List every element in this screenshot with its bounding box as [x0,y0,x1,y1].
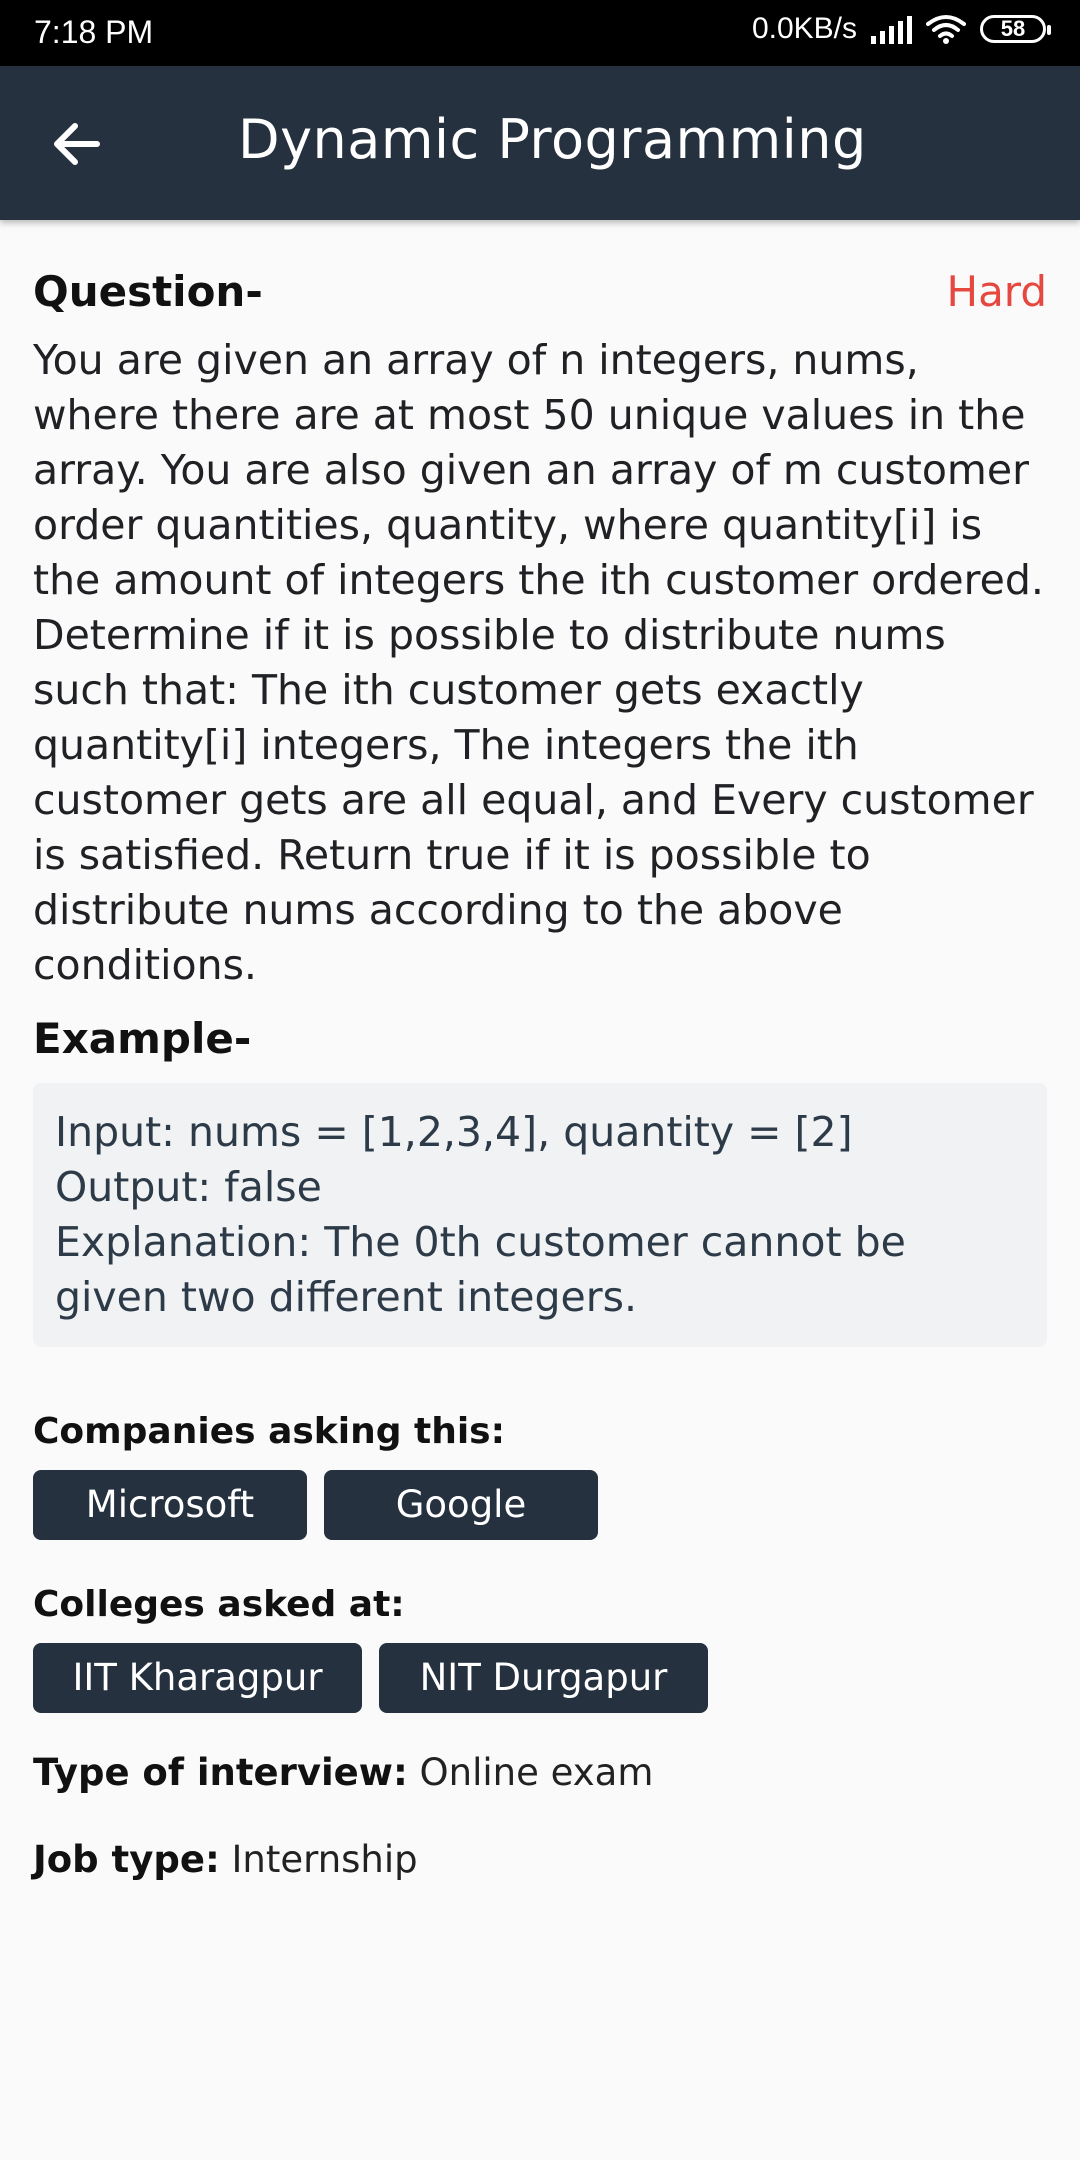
example-label: Example- [33,1014,252,1063]
interview-type-label: Type of interview: [33,1751,408,1794]
status-bar: 7:18 PM 0.0KB/s 58 [0,0,1080,66]
battery-icon: 58 [980,15,1051,43]
question-label: Question- [33,267,263,316]
difficulty-badge: Hard [946,267,1047,316]
example-output: Output: false [55,1163,322,1211]
signal-icon [871,14,912,44]
status-time: 7:18 PM [34,14,154,50]
interview-type-value: Online exam [419,1751,654,1794]
company-chip-microsoft[interactable]: Microsoft [33,1470,307,1540]
network-speed: 0.0KB/s [751,12,857,45]
college-chip-nit-durgapur[interactable]: NIT Durgapur [379,1643,708,1713]
question-content: Question- Hard You are given an array of… [33,255,1047,1881]
page-title: Dynamic Programming [238,108,867,171]
job-type-value: Internship [231,1838,418,1881]
job-type-row: Job type: Internship [33,1838,1047,1881]
companies-label: Companies asking this: [33,1411,506,1452]
job-type-label: Job type: [33,1838,220,1881]
status-icons: 0.0KB/s 58 [751,12,1051,46]
colleges-chips: IIT Kharagpur NIT Durgapur [33,1643,1047,1713]
question-header: Question- Hard [33,255,1047,325]
back-button[interactable] [40,108,112,180]
company-chip-google[interactable]: Google [324,1470,598,1540]
colleges-label: Colleges asked at: [33,1584,405,1625]
example-input: Input: nums = [1,2,3,4], quantity = [2] [55,1108,853,1156]
college-chip-iit-kharagpur[interactable]: IIT Kharagpur [33,1643,362,1713]
question-text: You are given an array of n integers, nu… [33,336,1044,989]
example-box: Input: nums = [1,2,3,4], quantity = [2] … [33,1083,1047,1347]
wifi-icon [926,15,966,44]
app-bar: Dynamic Programming [0,66,1080,220]
example-explanation: Explanation: The 0th customer cannot be … [55,1218,906,1321]
companies-chips: Microsoft Google [33,1470,1047,1540]
arrow-left-icon [54,123,100,165]
battery-level: 58 [1000,16,1026,41]
interview-type-row: Type of interview: Online exam [33,1751,1047,1794]
